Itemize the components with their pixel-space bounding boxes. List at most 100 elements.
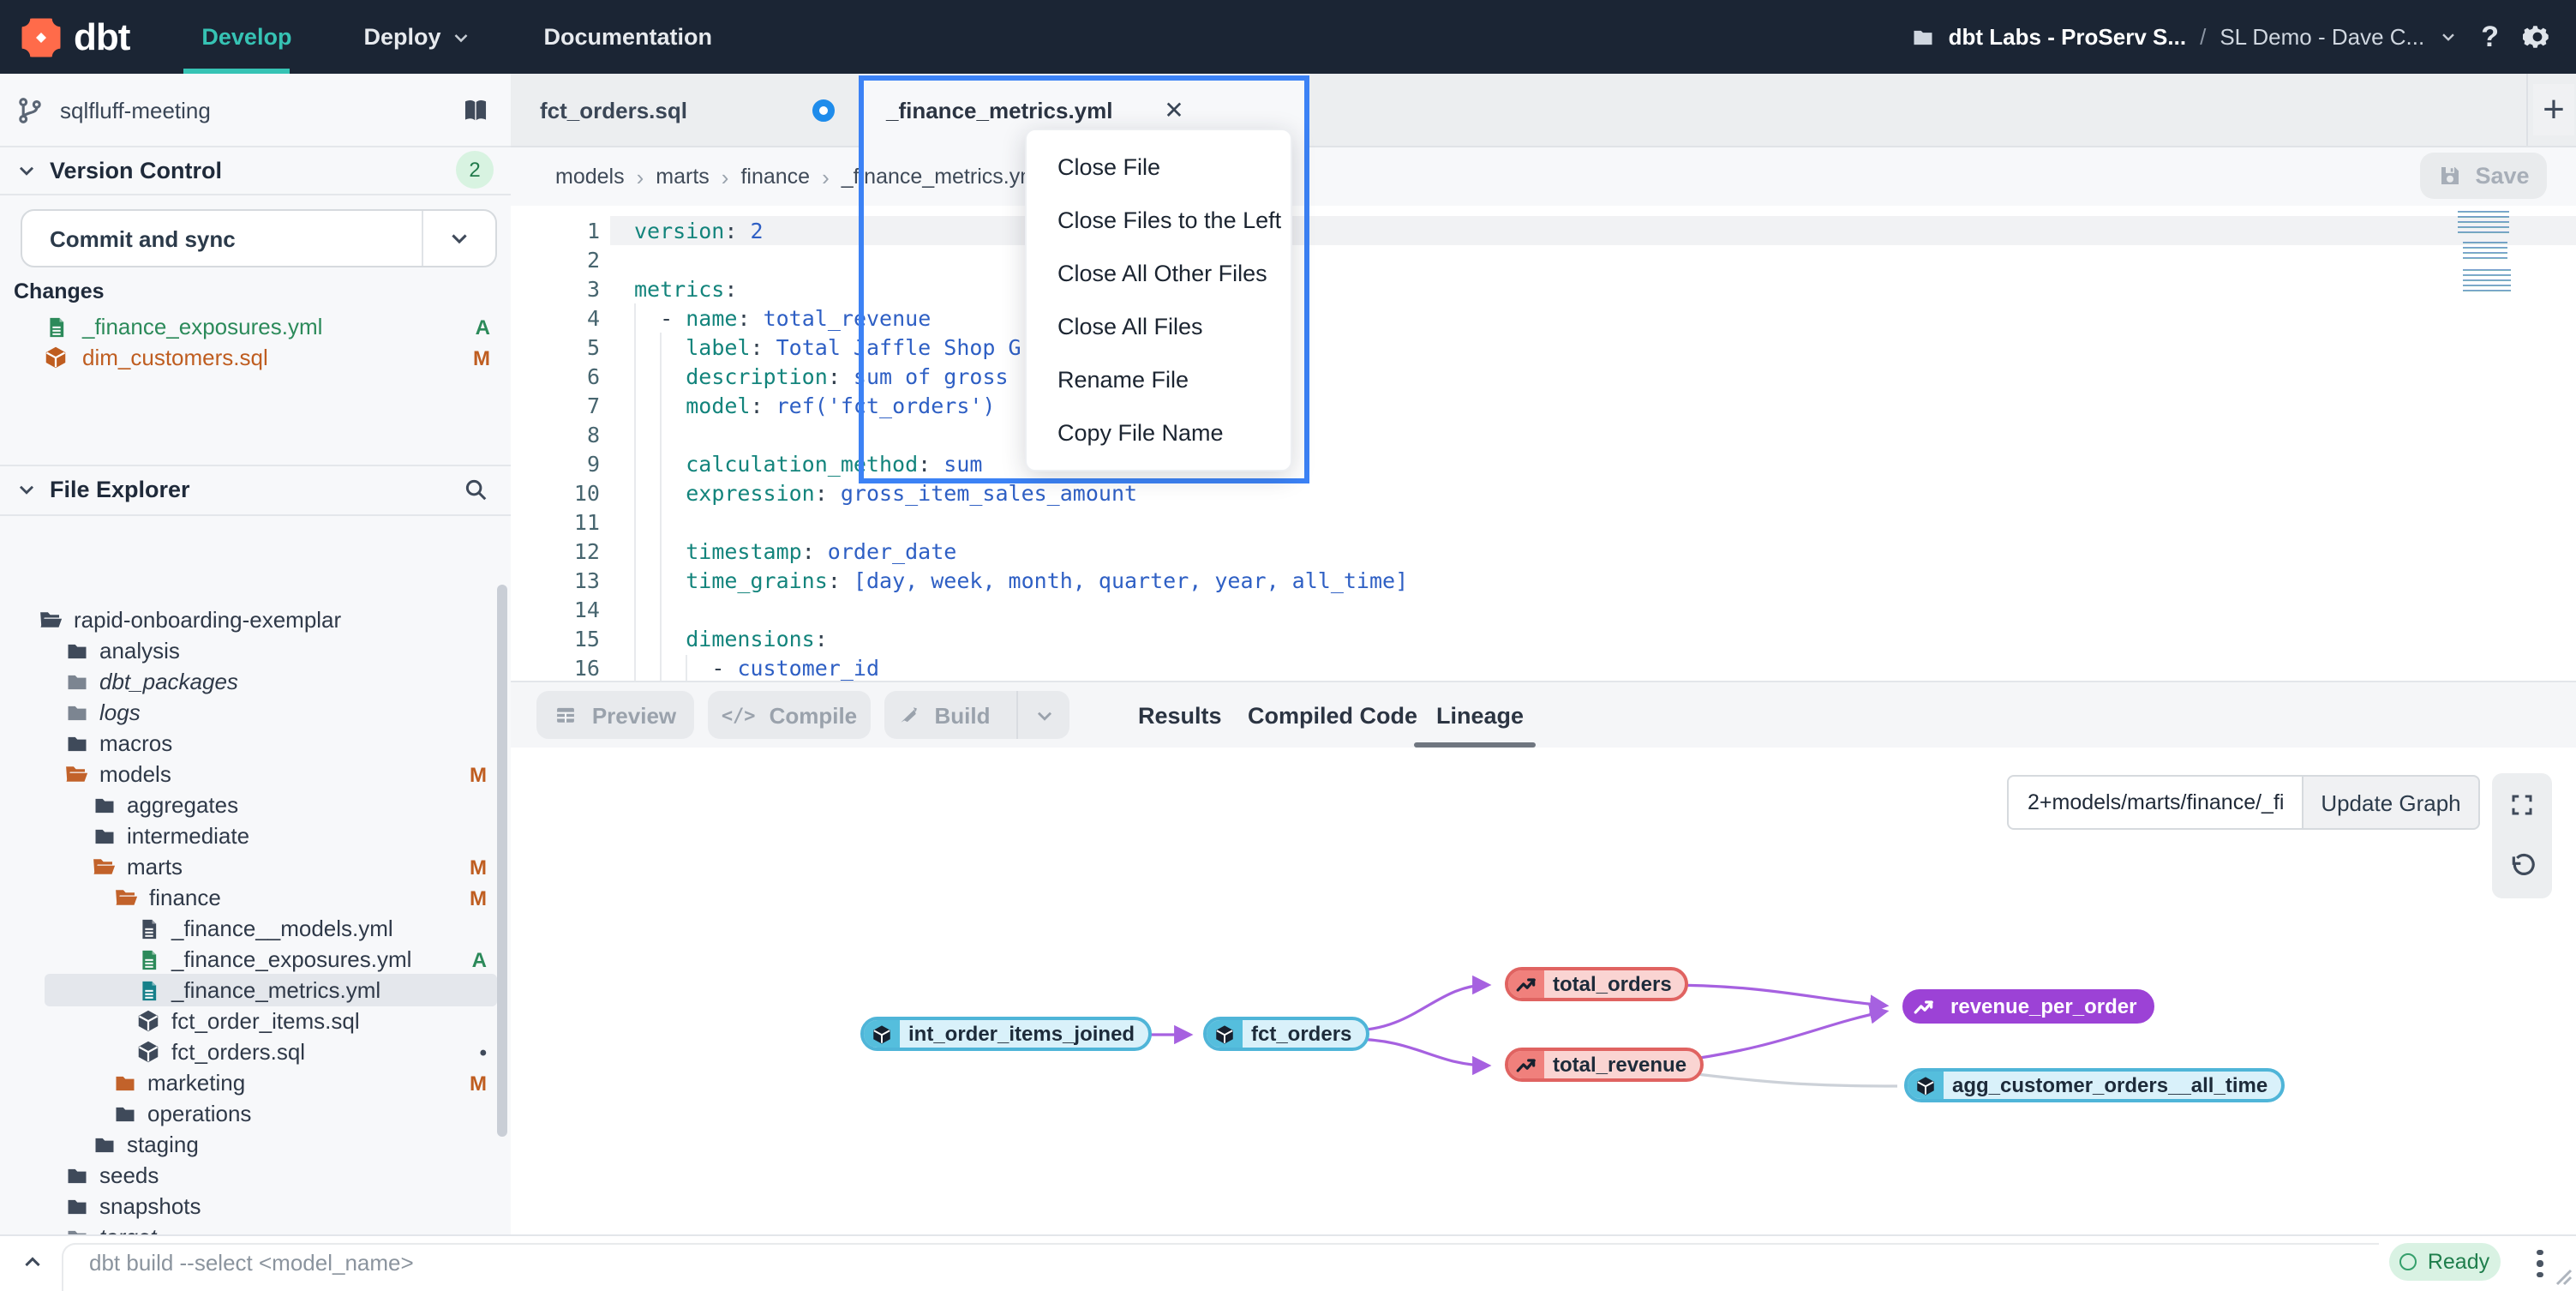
- node-label: total_revenue: [1544, 1053, 1700, 1077]
- gear-icon[interactable]: [2523, 22, 2552, 51]
- yml-file-icon: [137, 916, 161, 940]
- folder-icon: [65, 1163, 89, 1187]
- preview-table-icon: [554, 703, 578, 727]
- node-label: int_order_items_joined: [900, 1022, 1148, 1046]
- tree-item-label: fct_order_items.sql: [171, 1008, 360, 1034]
- folder-icon: [65, 639, 89, 663]
- modified-status-badge: M: [470, 886, 487, 910]
- git-branch-row[interactable]: sqlfluff-meeting: [0, 74, 511, 146]
- help-icon[interactable]: ?: [2481, 20, 2499, 54]
- tree-item-analysis[interactable]: analysis: [0, 634, 511, 667]
- tree-item-aggregates[interactable]: aggregates: [0, 789, 511, 821]
- lineage-node-fct-orders[interactable]: fct_orders: [1203, 1017, 1369, 1051]
- code-line: 15 dimensions:: [511, 624, 2576, 653]
- tree-item-fct-order-items-sql[interactable]: fct_order_items.sql: [0, 1005, 511, 1037]
- new-tab-button[interactable]: +: [2533, 84, 2574, 135]
- file-explorer-header[interactable]: File Explorer: [0, 465, 511, 513]
- tree-item-dbt-packages[interactable]: dbt_packages: [0, 665, 511, 698]
- changed-file-row[interactable]: _finance_exposures.yml A: [0, 310, 511, 343]
- preview-button[interactable]: Preview: [536, 691, 694, 739]
- unsaved-changes-dot: [812, 99, 835, 122]
- project-switcher[interactable]: dbt Labs - ProServ S... / SL Demo - Dave…: [1911, 24, 2458, 50]
- tree-item-project-root[interactable]: rapid-onboarding-exemplar: [0, 603, 511, 636]
- update-graph-button[interactable]: Update Graph: [2303, 775, 2480, 830]
- dbt-ide-window: dbt Develop Deploy Documentation dbt Lab…: [0, 0, 2576, 1288]
- code-line: 5 label: Total Jaffle Shop Gross Revenue: [511, 333, 2576, 362]
- tree-item-finance-models-yml[interactable]: _finance__models.yml: [0, 912, 511, 945]
- file-tree: rapid-onboarding-exemplar analysis dbt_p…: [0, 516, 511, 1234]
- breadcrumb-item[interactable]: models: [555, 165, 625, 189]
- tree-item-models[interactable]: modelsM: [0, 758, 511, 790]
- close-tab-icon[interactable]: ✕: [1157, 93, 1191, 127]
- tab-lineage[interactable]: Lineage: [1436, 682, 1524, 748]
- tree-item-intermediate[interactable]: intermediate: [0, 820, 511, 852]
- menu-item-rename-file[interactable]: Rename File: [1027, 353, 1291, 406]
- project-env-separator: /: [2200, 24, 2206, 50]
- reset-view-button[interactable]: [2492, 835, 2552, 897]
- kebab-menu-icon[interactable]: [2528, 1245, 2552, 1282]
- build-options-chevron[interactable]: [1016, 691, 1069, 739]
- expand-command-bar-icon[interactable]: [21, 1250, 45, 1274]
- resize-grip[interactable]: [2552, 1265, 2573, 1286]
- tree-item-marketing[interactable]: marketingM: [0, 1066, 511, 1099]
- version-control-header[interactable]: Version Control 2: [0, 146, 511, 194]
- tree-scrollbar[interactable]: [497, 585, 507, 1137]
- build-button[interactable]: Build: [884, 691, 1069, 739]
- tree-item-label: intermediate: [127, 823, 249, 849]
- tree-item-logs[interactable]: logs: [0, 696, 511, 729]
- folder-open-icon: [38, 607, 63, 633]
- lineage-node-revenue-per-order[interactable]: revenue_per_order: [1902, 989, 2154, 1024]
- tree-item-label: staging: [127, 1132, 199, 1157]
- menu-item-close-files-left[interactable]: Close Files to the Left: [1027, 194, 1291, 247]
- tree-item-target[interactable]: target: [0, 1221, 511, 1234]
- tree-item-marts[interactable]: martsM: [0, 850, 511, 883]
- menu-item-close-file[interactable]: Close File: [1027, 141, 1291, 194]
- code-line: 2: [511, 245, 2576, 274]
- breadcrumb-item[interactable]: _finance_metrics.yml: [842, 165, 1043, 189]
- lineage-node-agg-customer-orders-all-time[interactable]: agg_customer_orders__all_time: [1904, 1068, 2285, 1102]
- changed-file-row[interactable]: dim_customers.sql M: [0, 341, 511, 374]
- search-icon[interactable]: [463, 476, 488, 501]
- nav-develop[interactable]: Develop: [201, 24, 291, 50]
- code-editor[interactable]: 1version: 2 2 3metrics: 4 - name: total_…: [511, 206, 2576, 681]
- tree-item-macros[interactable]: macros: [0, 727, 511, 760]
- lineage-node-total-orders[interactable]: total_orders: [1505, 967, 1689, 1001]
- lineage-filter-input-wrap: [2007, 775, 2303, 830]
- added-status-badge: A: [472, 947, 487, 971]
- breadcrumb-item[interactable]: finance: [740, 165, 810, 189]
- command-input[interactable]: dbt build --select <model_name>: [89, 1236, 414, 1289]
- editor-minimap[interactable]: [2458, 211, 2513, 302]
- tree-item-label: macros: [99, 730, 172, 756]
- tree-item-finance-exposures-yml[interactable]: _finance_exposures.ymlA: [0, 943, 511, 976]
- tab-fct-orders-sql[interactable]: fct_orders.sql: [511, 74, 860, 146]
- breadcrumb-separator: ›: [822, 164, 830, 189]
- tree-item-finance[interactable]: financeM: [0, 881, 511, 914]
- commit-and-sync-button[interactable]: Commit and sync: [21, 209, 497, 267]
- breadcrumb-item[interactable]: marts: [656, 165, 710, 189]
- lineage-node-total-revenue[interactable]: total_revenue: [1505, 1048, 1704, 1082]
- nav-documentation[interactable]: Documentation: [544, 24, 713, 50]
- tree-item-snapshots[interactable]: snapshots: [0, 1190, 511, 1222]
- docs-book-icon[interactable]: [461, 95, 490, 124]
- tree-item-finance-metrics-yml[interactable]: _finance_metrics.yml: [0, 974, 511, 1006]
- tab-results[interactable]: Results: [1138, 682, 1222, 748]
- compile-button[interactable]: </> Compile: [708, 691, 871, 739]
- lineage-node-int-order-items-joined[interactable]: int_order_items_joined: [860, 1017, 1152, 1051]
- tree-item-seeds[interactable]: seeds: [0, 1159, 511, 1192]
- node-label: agg_customer_orders__all_time: [1944, 1073, 2281, 1097]
- model-cube-icon: [135, 1039, 161, 1065]
- tab-compiled-code[interactable]: Compiled Code: [1248, 682, 1417, 748]
- lineage-filter-input[interactable]: [2024, 789, 2286, 816]
- menu-item-copy-file-name[interactable]: Copy File Name: [1027, 406, 1291, 459]
- tree-item-fct-orders-sql[interactable]: fct_orders.sql•: [0, 1036, 511, 1068]
- nav-deploy[interactable]: Deploy: [363, 24, 471, 50]
- dbt-logo[interactable]: dbt: [21, 15, 129, 59]
- menu-item-close-all-other[interactable]: Close All Other Files: [1027, 247, 1291, 300]
- modified-status-badge: M: [470, 762, 487, 786]
- menu-item-close-all[interactable]: Close All Files: [1027, 300, 1291, 353]
- tree-item-staging[interactable]: staging: [0, 1128, 511, 1161]
- tree-item-operations[interactable]: operations: [0, 1097, 511, 1130]
- save-button[interactable]: Save: [2420, 153, 2547, 199]
- commit-options-chevron[interactable]: [422, 211, 495, 266]
- fullscreen-button[interactable]: [2492, 773, 2552, 835]
